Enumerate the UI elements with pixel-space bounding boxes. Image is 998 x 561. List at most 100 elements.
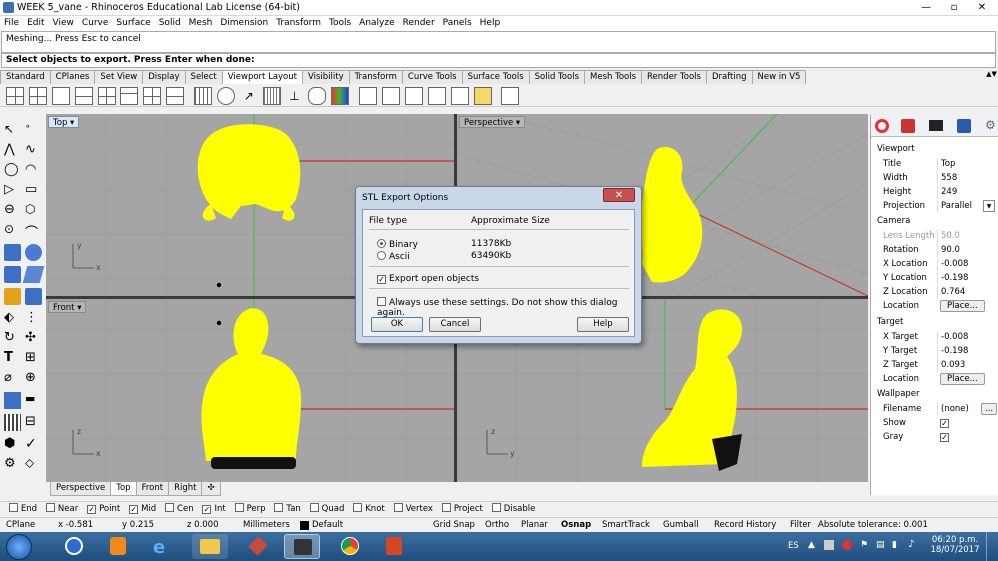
export-open-objects-checkbox[interactable]: ✓ [377,275,386,284]
detail-view-icon[interactable] [382,87,400,105]
osnap-point-checkbox[interactable]: ✓ [87,505,97,514]
osnap-project[interactable]: Project [441,502,483,517]
osnap-tan[interactable]: Tan [274,502,301,517]
cancel-button[interactable]: Cancel [429,317,481,332]
flip-view-icon[interactable]: ↗ [240,87,258,105]
rotate-icon[interactable]: ↻ [4,330,21,347]
maximize-button[interactable]: ▫ [940,0,968,16]
rectangle-icon[interactable]: ▭ [25,182,42,199]
split-vertical-icon[interactable] [97,87,116,105]
tab-transform[interactable]: Transform [348,70,403,84]
taskbar-chrome-icon[interactable] [332,534,368,559]
array-icon[interactable]: ⊕ [25,370,42,387]
tray-signal-icon[interactable]: ▮ [892,540,897,550]
camera-place-button[interactable]: Place... [940,300,985,312]
gumball-toggle[interactable]: Gumball [663,519,699,532]
record-history-toggle[interactable]: Record History [714,519,776,532]
tab-solid-tools[interactable]: Solid Tools [528,70,585,84]
taskbar-file-explorer-icon[interactable] [192,534,228,559]
point-icon[interactable]: ∘ [25,122,42,139]
osnap-toggle[interactable]: Osnap [561,519,591,532]
menu-solid[interactable]: Solid [155,16,185,31]
render-icon[interactable] [4,392,21,409]
taskbar-powerpoint-icon[interactable] [376,534,412,559]
tab-cplanes[interactable]: CPlanes [49,70,96,84]
wallpaper-browse-button[interactable]: ... [981,403,998,415]
tab-drafting[interactable]: Drafting [705,70,753,84]
osnap-cen-checkbox[interactable] [165,503,175,512]
osnap-mid[interactable]: ✓ Mid [129,502,156,517]
vtab-top[interactable]: Top [110,482,137,496]
panel-settings-icon[interactable]: ⚙ [985,118,996,132]
move-icon[interactable]: ✣ [25,330,42,347]
new-viewport-icon[interactable] [120,87,139,105]
osnap-project-checkbox[interactable] [441,503,451,512]
taskbar-internet-explorer-icon[interactable]: e [144,534,180,559]
wallpaper-gray-checkbox[interactable]: ✓ [940,433,949,442]
tray-volume-icon[interactable]: ♪ [908,539,914,550]
osnap-vertex-checkbox[interactable] [393,503,403,512]
tab-render-tools[interactable]: Render Tools [641,70,707,84]
layout-properties-icon[interactable] [404,87,423,105]
osnap-near-checkbox[interactable] [45,503,55,512]
add-viewport-icon[interactable]: ✣ [201,482,221,496]
wallpaper-show-checkbox[interactable]: ✓ [940,419,949,428]
tray-language[interactable]: ES [788,541,799,551]
osnap-quad[interactable]: Quad [309,502,344,517]
fillet-icon[interactable]: ⬖ [4,310,21,327]
select-arrow-icon[interactable]: ↖ [4,122,21,139]
arc-icon[interactable]: ◠ [25,162,42,179]
tab-visibility[interactable]: Visibility [301,70,350,84]
taskbar-media-player-icon[interactable] [100,534,136,559]
osnap-disable-checkbox[interactable] [491,503,501,512]
print-icon[interactable] [501,87,520,105]
viewport-label-front[interactable]: Front ▾ [48,301,87,313]
tab-surface-tools[interactable]: Surface Tools [461,70,530,84]
tab-viewport-layout[interactable]: Viewport Layout [221,70,303,84]
help-button[interactable]: Help [577,317,629,332]
menu-dimension[interactable]: Dimension [216,16,272,31]
ruler-icon[interactable]: ▬ [25,392,42,409]
menu-help[interactable]: Help [476,16,505,31]
export-open-objects-option[interactable]: ✓ Export open objects [377,274,479,284]
menu-file[interactable]: File [0,16,23,31]
grid-snap-icon[interactable] [4,414,21,431]
ellipse-icon[interactable]: ⊖ [4,202,21,219]
tray-antivirus-icon[interactable] [842,540,852,550]
minimize-button[interactable]: — [912,0,940,16]
check-icon[interactable]: ✓ [25,436,42,453]
osnap-perp-checkbox[interactable] [234,503,244,512]
menu-view[interactable]: View [49,16,78,31]
solid-tools-icon[interactable] [25,288,42,305]
tab-mesh-tools[interactable]: Mesh Tools [584,70,643,84]
vtab-right[interactable]: Right [168,482,203,496]
tray-network-icon[interactable]: ▤ [876,540,885,550]
osnap-tan-checkbox[interactable] [274,503,284,512]
enable-detail-icon[interactable] [450,87,469,105]
planar-toggle[interactable]: Planar [521,519,548,532]
polygon-icon[interactable]: ⬡ [25,202,42,219]
triangle-icon[interactable]: ▷ [4,182,21,199]
grid-snap-toggle[interactable]: Grid Snap [433,519,475,532]
osnap-end[interactable]: End [8,502,37,517]
menu-edit[interactable]: Edit [23,16,48,31]
taskbar-rhino-icon[interactable] [284,534,320,559]
tab-display[interactable]: Display [142,70,186,84]
viewport-tabs-icon[interactable] [143,87,162,105]
tab-new-in-v5[interactable]: New in V5 [751,70,807,84]
taskbar-app-gem-icon[interactable] [240,534,276,559]
tray-app-icon[interactable] [824,540,834,550]
options-icon[interactable]: ⚙ [4,456,21,473]
osnap-disable[interactable]: Disable [491,502,535,517]
ascii-radio[interactable] [377,251,386,260]
viewport-label-perspective[interactable]: Perspective ▾ [459,116,526,128]
osnap-vertex[interactable]: Vertex [393,502,433,517]
extrude-icon[interactable] [22,266,45,283]
osnap-int[interactable]: ✓ Int [202,502,226,517]
always-use-option[interactable]: Always use these settings. Do not show t… [377,297,634,318]
text-object-icon[interactable]: ⊙ [4,222,21,239]
grid-icon[interactable] [194,87,212,105]
menu-mesh[interactable]: Mesh [185,16,217,31]
sphere-icon[interactable] [25,244,42,261]
projection-dropdown-icon[interactable]: ▼ [983,200,995,212]
